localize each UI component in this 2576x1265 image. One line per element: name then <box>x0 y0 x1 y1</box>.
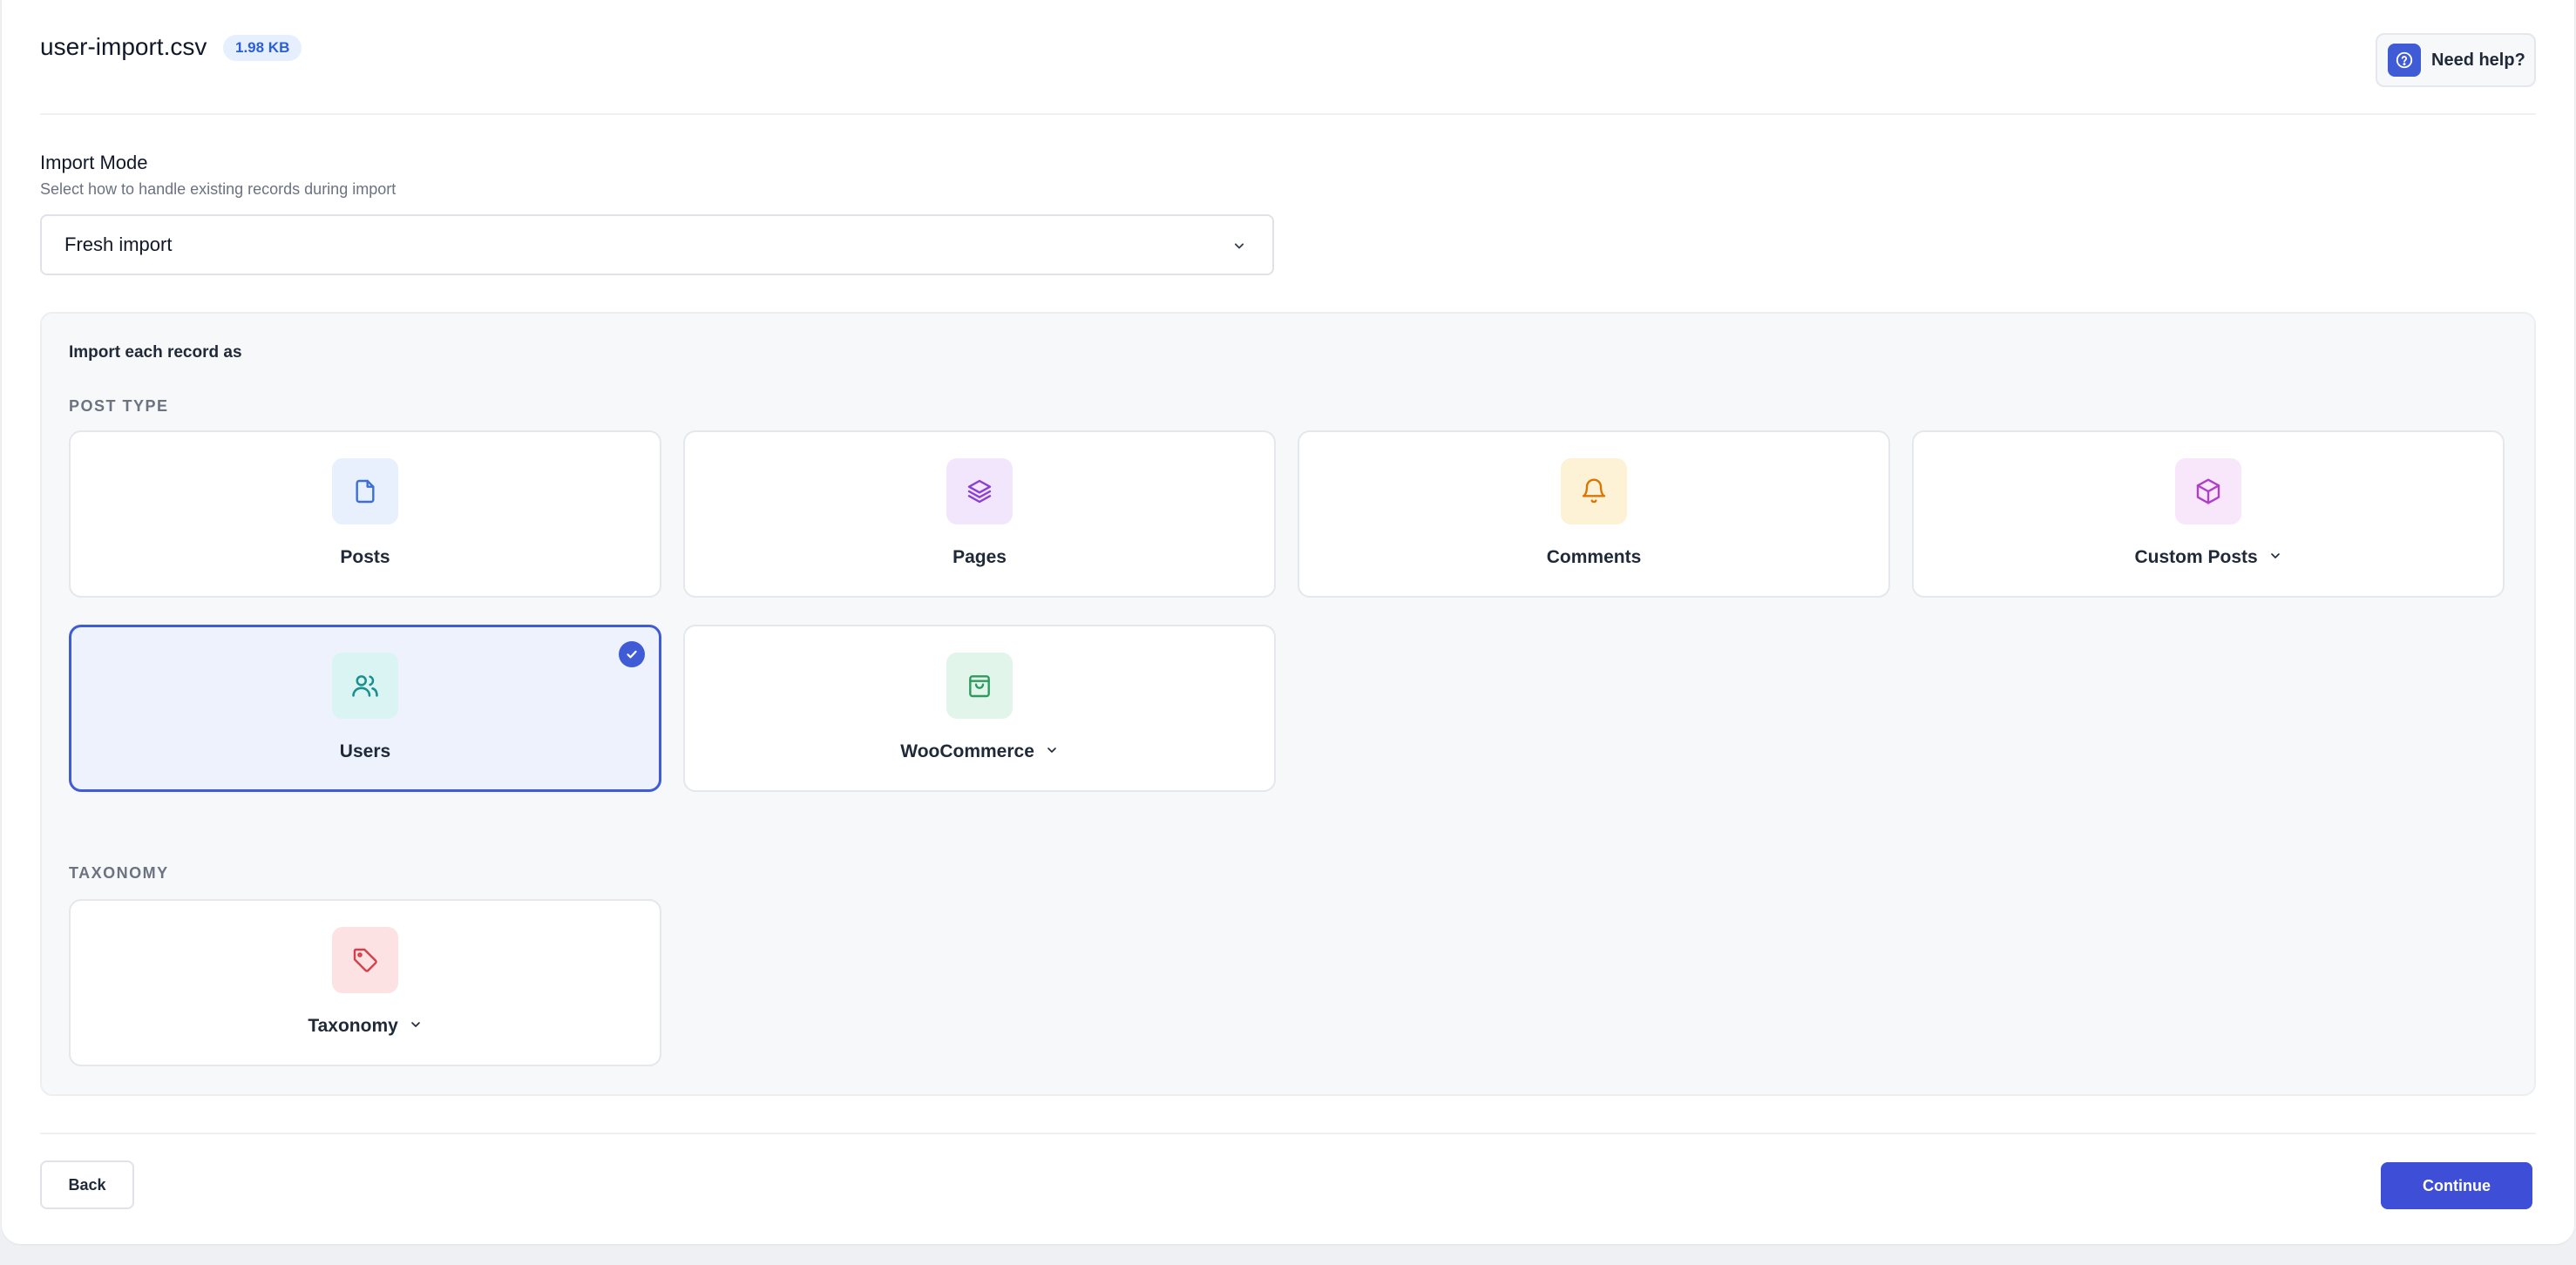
card-label: Custom Posts <box>1914 547 2503 568</box>
post-type-label: POST TYPE <box>69 397 169 415</box>
import-mode-select[interactable]: Fresh import <box>40 214 1274 275</box>
card-posts[interactable]: Posts <box>69 430 661 598</box>
record-type-title: Import each record as <box>69 343 242 362</box>
card-pages[interactable]: Pages <box>683 430 1276 598</box>
footer-divider <box>40 1133 2536 1134</box>
card-label: Pages <box>952 547 1007 567</box>
bell-icon <box>1561 458 1627 524</box>
file-size-badge: 1.98 KB <box>223 35 302 61</box>
card-label: WooCommerce <box>685 741 1274 762</box>
card-label: Users <box>339 741 391 761</box>
import-mode-value: Fresh import <box>64 233 173 255</box>
need-help-button[interactable]: Need help? <box>2376 33 2536 87</box>
shopping-bag-icon <box>946 653 1013 719</box>
import-mode-subtitle: Select how to handle existing records du… <box>40 180 397 198</box>
card-comments[interactable]: Comments <box>1298 430 1890 598</box>
chevron-down-icon <box>2268 547 2282 568</box>
card-label: Posts <box>340 547 390 567</box>
check-circle-icon <box>619 641 645 667</box>
chevron-down-icon <box>1230 237 1248 259</box>
import-panel: user-import.csv 1.98 KB Need help? Impor… <box>2 0 2574 1244</box>
need-help-label: Need help? <box>2431 50 2525 70</box>
taxonomy-label: TAXONOMY <box>69 864 169 882</box>
chevron-down-icon <box>409 1016 423 1037</box>
back-button[interactable]: Back <box>40 1160 134 1209</box>
question-circle-icon <box>2388 44 2421 77</box>
card-taxonomy[interactable]: Taxonomy <box>69 899 661 1066</box>
continue-button[interactable]: Continue <box>2381 1162 2532 1209</box>
chevron-down-icon <box>1045 741 1059 762</box>
document-icon <box>332 458 398 524</box>
card-users[interactable]: Users <box>69 625 661 792</box>
import-mode-title: Import Mode <box>40 152 148 173</box>
card-custom-posts[interactable]: Custom Posts <box>1912 430 2505 598</box>
users-icon <box>332 653 398 719</box>
cube-icon <box>2175 458 2241 524</box>
card-label: Comments <box>1546 547 1642 567</box>
card-label: Taxonomy <box>71 1016 660 1037</box>
header: user-import.csv 1.98 KB Need help? <box>40 0 2536 115</box>
card-woocommerce[interactable]: WooCommerce <box>683 625 1276 792</box>
file-name: user-import.csv <box>40 33 207 60</box>
layers-icon <box>946 458 1013 524</box>
tag-icon <box>332 927 398 993</box>
record-type-section: Import each record as POST TYPE Posts Pa… <box>40 312 2536 1096</box>
